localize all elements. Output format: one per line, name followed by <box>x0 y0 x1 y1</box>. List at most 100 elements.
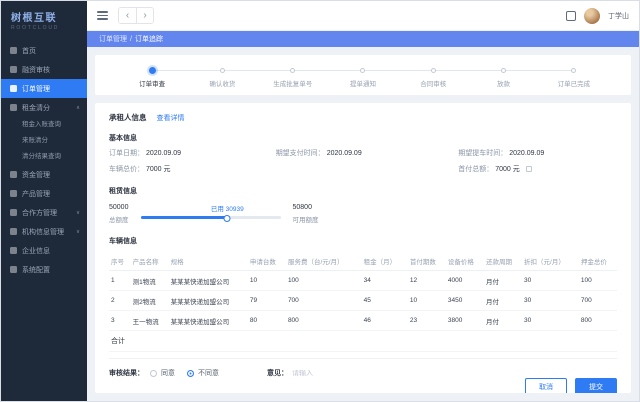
sidebar-subitem-clearing-result-query[interactable]: 清分结果查询 <box>1 149 87 165</box>
field-expected-payment-date: 期望支付时间： 2020.09.09 <box>276 148 459 158</box>
sidebar-item-label: 融资审核 <box>22 65 50 75</box>
logo-subtitle: ROOTCLOUD <box>11 25 87 31</box>
step-dot <box>431 68 436 73</box>
step-generate-approval-no: 生成批复单号 <box>258 65 328 88</box>
field-expected-pickup-date: 期望提车时间： 2020.09.09 <box>458 148 617 158</box>
lease-total-value: 50000 <box>109 204 129 211</box>
step-order-review: 订单审查 <box>117 65 187 88</box>
opinion-input[interactable] <box>292 370 382 377</box>
rent-clearing-submenu: 租金入账查询 来账清分 清分结果查询 <box>1 117 87 165</box>
opinion-label: 意见： <box>267 368 288 378</box>
sidebar-item-home[interactable]: 首页 <box>1 41 87 60</box>
vehicle-table: 序号 产品名称 规格 申请台数 服务费（台/元/月） 租金（月） 首付期数 设备… <box>109 253 617 352</box>
field-down-payment-total: 首付总额： 7000 元 <box>458 164 617 174</box>
radio-approve[interactable]: 同意 <box>150 368 175 378</box>
lease-slider-fill <box>141 216 228 219</box>
table-total-row: 合计 <box>109 331 617 352</box>
sidebar-item-system-config[interactable]: 系统配置 <box>1 260 87 279</box>
table-row[interactable]: 2 测2物流 某某某快递加盟公司 79 700 45 10 3450 月付 30… <box>109 291 617 311</box>
home-icon <box>10 47 17 54</box>
table-row[interactable]: 1 测1物流 某某某快递加盟公司 10 100 34 12 4000 月付 30… <box>109 271 617 291</box>
lease-info-title: 租赁信息 <box>109 186 617 196</box>
topbar-right: 丁学山 <box>566 8 629 24</box>
breadcrumb-current: 订单追踪 <box>135 34 163 44</box>
lease-available-block: 50800 可用额度 <box>293 204 319 224</box>
back-button[interactable]: ‹ <box>119 8 136 23</box>
lease-total-label: 总额度 <box>109 214 129 224</box>
user-name[interactable]: 丁学山 <box>608 11 629 21</box>
sidebar-item-financing-review[interactable]: 融资审核 <box>1 60 87 79</box>
logo-title: 树根互联 <box>11 9 87 24</box>
lessee-title: 承租人信息 <box>109 112 147 123</box>
forward-button[interactable]: › <box>136 8 153 23</box>
step-dot <box>220 68 225 73</box>
field-empty <box>276 164 459 174</box>
sidebar-subitem-label: 来账清分 <box>22 137 48 144</box>
vehicle-info-title: 车辆信息 <box>109 236 617 246</box>
collapse-menu-icon[interactable] <box>97 11 108 20</box>
radio-checked-icon[interactable] <box>187 370 194 377</box>
document-icon[interactable] <box>566 11 576 21</box>
sidebar-item-products[interactable]: 产品管理 <box>1 184 87 203</box>
step-dot <box>360 68 365 73</box>
step-dot <box>571 68 576 73</box>
sidebar-item-label: 租金清分 <box>22 103 50 113</box>
sidebar-item-funds[interactable]: 资金管理 <box>1 165 87 184</box>
step-pickup-notice: 提单通知 <box>328 65 398 88</box>
step-loan-release: 放款 <box>468 65 538 88</box>
radio-reject[interactable]: 不同意 <box>187 368 219 378</box>
sidebar-item-label: 合作方管理 <box>22 208 57 218</box>
org-icon <box>10 228 17 235</box>
chevron-up-icon: ∧ <box>76 105 80 111</box>
review-row: 审核结果： 同意 不同意 意见： <box>109 358 617 378</box>
nav-history-buttons: ‹ › <box>118 7 154 24</box>
cancel-button[interactable]: 取消 <box>525 378 567 393</box>
sidebar-subitem-rent-entry-query[interactable]: 租金入账查询 <box>1 117 87 133</box>
radio-icon[interactable] <box>150 370 157 377</box>
lease-available-label: 可用额度 <box>293 214 319 224</box>
chevron-down-icon: ∨ <box>76 229 80 235</box>
review-result-label: 审核结果： <box>109 368 144 378</box>
sidebar-item-org-info[interactable]: 机构信息管理 ∨ <box>1 222 87 241</box>
vehicle-table-header: 序号 产品名称 规格 申请台数 服务费（台/元/月） 租金（月） 首付期数 设备… <box>109 253 617 271</box>
sidebar-item-label: 订单管理 <box>22 84 50 94</box>
app-window: 树根互联 ROOTCLOUD 首页 融资审核 订单管理 租金清分 ∧ <box>0 0 640 402</box>
avatar[interactable] <box>584 8 600 24</box>
step-dot <box>501 68 506 73</box>
sidebar-item-rent-clearing[interactable]: 租金清分 ∧ <box>1 98 87 117</box>
sidebar-item-partners[interactable]: 合作方管理 ∨ <box>1 203 87 222</box>
chevron-down-icon: ∨ <box>76 210 80 216</box>
partner-icon <box>10 209 17 216</box>
order-progress-card: 订单审查 确认收货 生成批复单号 提单通知 <box>95 55 631 95</box>
basic-info-title: 基本信息 <box>109 133 617 143</box>
content-area: 订单审查 确认收货 生成批复单号 提单通知 <box>87 47 639 401</box>
sidebar: 树根互联 ROOTCLOUD 首页 融资审核 订单管理 租金清分 ∧ <box>1 1 87 401</box>
lease-quota-slider: 已用 30939 <box>141 203 281 224</box>
sidebar-subitem-label: 清分结果查询 <box>22 153 61 160</box>
product-icon <box>10 190 17 197</box>
sidebar-item-enterprise-info[interactable]: 企业信息 <box>1 241 87 260</box>
table-row[interactable]: 3 王一物流 某某某快递加盟公司 80 800 46 23 3800 月付 30… <box>109 311 617 331</box>
lease-available-value: 50800 <box>293 204 319 211</box>
breadcrumb: 订单管理 / 订单追踪 <box>87 31 639 47</box>
sidebar-item-label: 首页 <box>22 46 36 56</box>
step-dot-active <box>149 67 156 74</box>
breadcrumb-parent[interactable]: 订单管理 <box>99 34 127 44</box>
lease-used-label: 已用 30939 <box>211 203 244 213</box>
logo: 树根互联 ROOTCLOUD <box>1 1 87 36</box>
sidebar-item-label: 企业信息 <box>22 246 50 256</box>
field-order-date: 订单日期： 2020.09.09 <box>109 148 276 158</box>
down-payment-checkbox[interactable] <box>526 166 532 172</box>
lease-slider-handle[interactable] <box>224 215 231 222</box>
main-column: ‹ › 丁学山 订单管理 / 订单追踪 订单审查 <box>87 1 639 401</box>
rent-icon <box>10 104 17 111</box>
topbar: ‹ › 丁学山 <box>87 1 639 31</box>
sidebar-subitem-incoming-clearing[interactable]: 来账清分 <box>1 133 87 149</box>
sidebar-item-label: 系统配置 <box>22 265 50 275</box>
audit-icon <box>10 66 17 73</box>
submit-button[interactable]: 提交 <box>575 378 617 393</box>
step-contract-review: 合同审核 <box>398 65 468 88</box>
view-detail-link[interactable]: 查看详情 <box>157 113 185 123</box>
sidebar-item-order-management[interactable]: 订单管理 <box>1 79 87 98</box>
field-vehicle-total-price: 车辆总价： 7000 元 <box>109 164 276 174</box>
